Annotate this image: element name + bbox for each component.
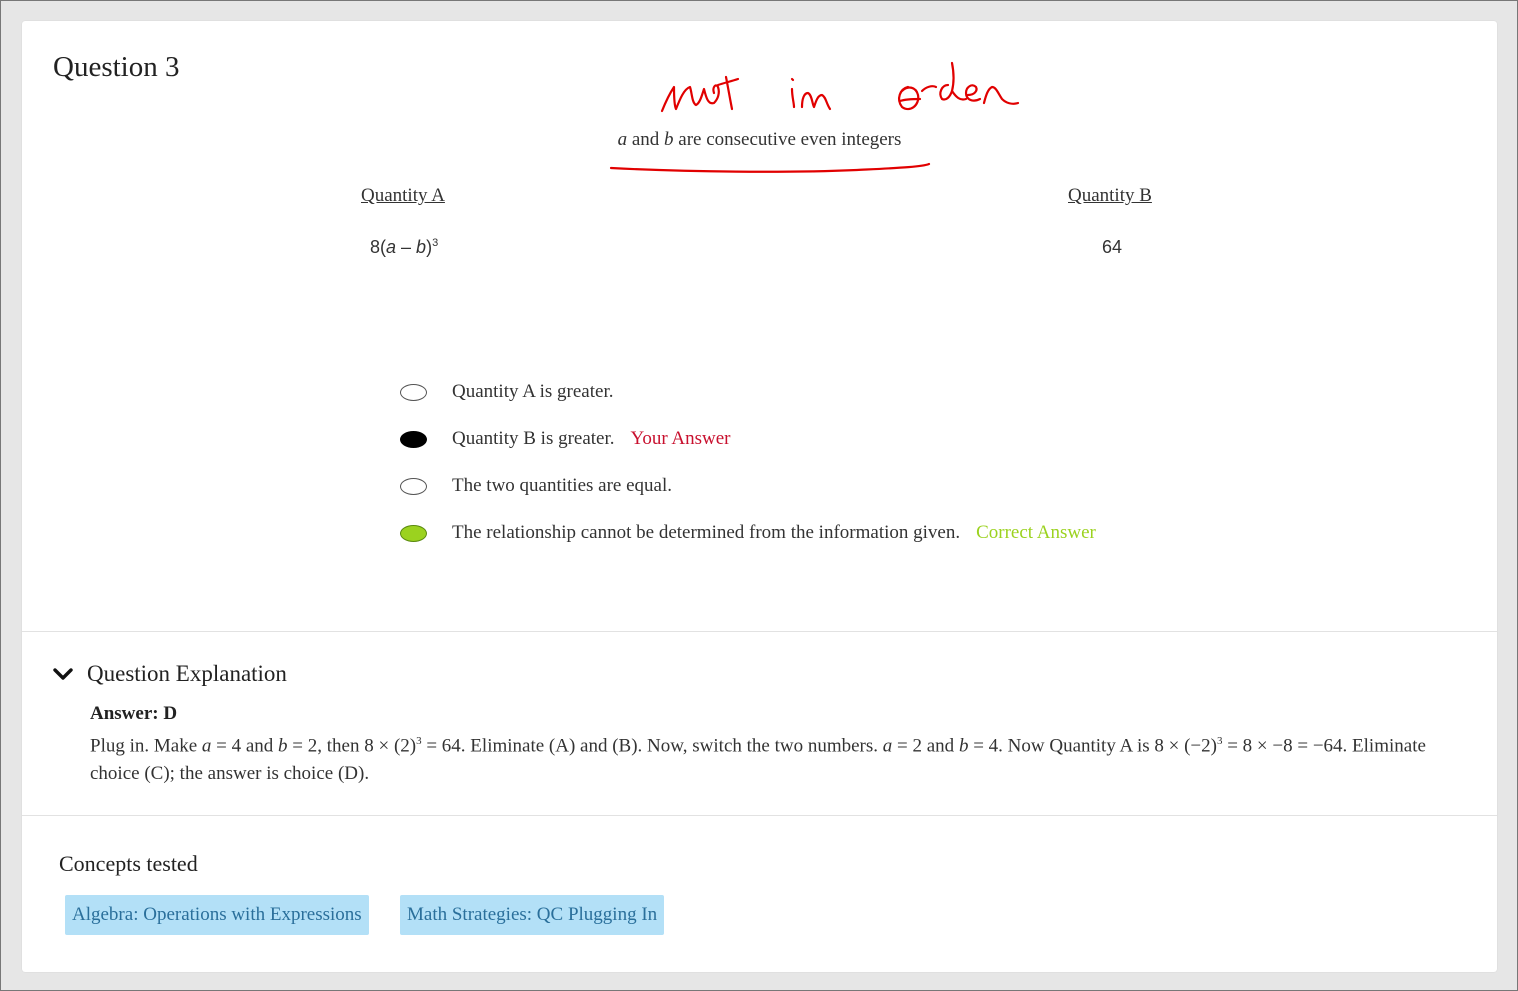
choice-a[interactable]: Quantity A is greater. <box>400 377 613 407</box>
radio-button-a[interactable] <box>400 383 427 401</box>
answer-label: Answer: D <box>90 703 178 724</box>
choice-label: Quantity A is greater. <box>452 381 614 402</box>
expl-var: b <box>958 735 969 757</box>
choice-label: The two quantities are equal. <box>452 475 673 496</box>
correct-answer-tag: Correct Answer <box>976 522 1096 543</box>
expl-part: = 4. Now Quantity A is 8 × (−2) <box>968 735 1217 757</box>
var-a: a <box>617 129 628 150</box>
expl-part: = 64. Eliminate (A) and (B). Now, switch… <box>421 735 883 757</box>
question-card: Question 3 a and b are consecutive even … <box>22 21 1497 972</box>
expr-var-a: a <box>386 237 397 257</box>
choice-b[interactable]: Quantity B is greater. Your Answer <box>400 424 730 454</box>
expr-exponent: 3 <box>432 237 439 249</box>
expr-minus: – <box>396 237 417 257</box>
expr-var-b: b <box>416 237 427 257</box>
concepts-title: Concepts tested <box>59 851 198 876</box>
chevron-down-icon <box>53 668 73 680</box>
concept-tag-strategy[interactable]: Math Strategies: QC Plugging In <box>400 895 665 935</box>
stem-rest: are consecutive even integers <box>673 129 902 150</box>
expl-part: = 2 and <box>892 735 959 757</box>
divider <box>22 815 1497 816</box>
expl-var: a <box>201 735 212 757</box>
choice-label: Quantity B is greater. <box>452 428 615 449</box>
radio-button-b[interactable] <box>400 430 427 448</box>
expl-var: b <box>278 735 288 757</box>
quantity-b-heading: Quantity B <box>1068 185 1152 206</box>
concept-tag-algebra[interactable]: Algebra: Operations with Expressions <box>65 895 369 935</box>
choice-label: The relationship cannot be determined fr… <box>452 522 961 543</box>
your-answer-tag: Your Answer <box>630 428 731 449</box>
quantity-a-heading: Quantity A <box>361 185 445 206</box>
expl-var: a <box>882 735 893 757</box>
quantity-a-value: 8(a – b)3 <box>370 237 438 258</box>
expl-part: = 2, then 8 × (2) <box>287 735 417 757</box>
stem-and: and <box>627 129 665 150</box>
choice-d[interactable]: The relationship cannot be determined fr… <box>400 518 1096 548</box>
question-stem: a and b are consecutive even integers <box>22 129 1497 151</box>
expl-part: Plug in. Make <box>90 735 202 757</box>
handwritten-annotation <box>660 61 1020 113</box>
explanation-toggle[interactable]: Question Explanation <box>53 661 287 687</box>
radio-button-c[interactable] <box>400 477 427 495</box>
expr-prefix: 8( <box>370 237 387 257</box>
handwritten-underline <box>609 162 931 173</box>
radio-button-d[interactable] <box>400 524 427 542</box>
quantity-b-value: 64 <box>1102 237 1123 257</box>
question-title: Question 3 <box>53 51 180 83</box>
divider <box>22 631 1497 632</box>
expl-part: = 4 and <box>211 735 279 757</box>
explanation-header: Question Explanation <box>87 661 287 686</box>
choice-c[interactable]: The two quantities are equal. <box>400 471 672 501</box>
var-b: b <box>664 129 674 150</box>
explanation-text: Plug in. Make a = 4 and b = 2, then 8 × … <box>90 727 1460 788</box>
